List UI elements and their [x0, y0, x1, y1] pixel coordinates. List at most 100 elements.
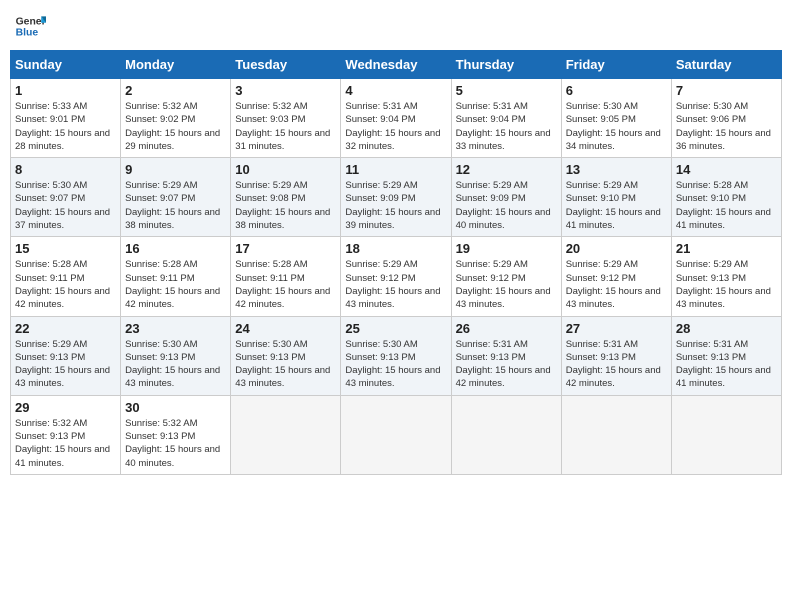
calendar-week-row: 1Sunrise: 5:33 AMSunset: 9:01 PMDaylight… — [11, 79, 782, 158]
day-number: 22 — [15, 321, 116, 336]
day-sun-info: Sunrise: 5:29 AMSunset: 9:08 PMDaylight:… — [235, 179, 336, 232]
calendar-day-cell: 29 Sunrise: 5:32 AMSunset: 9:13 PMDayligh… — [11, 395, 121, 474]
weekday-header-friday: Friday — [561, 51, 671, 79]
day-number: 18 — [345, 241, 446, 256]
weekday-header-saturday: Saturday — [671, 51, 781, 79]
day-sun-info: Sunrise: 5:29 AMSunset: 9:13 PMDaylight:… — [15, 338, 116, 391]
day-sun-info: Sunrise: 5:29 AMSunset: 9:07 PMDaylight:… — [125, 179, 226, 232]
day-sun-info: Sunrise: 5:32 AMSunset: 9:13 PMDaylight:… — [15, 417, 116, 470]
calendar-day-cell — [561, 395, 671, 474]
day-sun-info: Sunrise: 5:31 AMSunset: 9:13 PMDaylight:… — [456, 338, 557, 391]
day-number: 27 — [566, 321, 667, 336]
day-number: 25 — [345, 321, 446, 336]
day-number: 5 — [456, 83, 557, 98]
day-number: 16 — [125, 241, 226, 256]
logo-icon: General Blue — [14, 10, 46, 42]
page-header: General Blue — [10, 10, 782, 42]
day-number: 8 — [15, 162, 116, 177]
day-sun-info: Sunrise: 5:31 AMSunset: 9:04 PMDaylight:… — [345, 100, 446, 153]
calendar-day-cell: 8 Sunrise: 5:30 AMSunset: 9:07 PMDaylight… — [11, 158, 121, 237]
day-number: 3 — [235, 83, 336, 98]
day-number: 29 — [15, 400, 116, 415]
day-sun-info: Sunrise: 5:29 AMSunset: 9:12 PMDaylight:… — [345, 258, 446, 311]
day-number: 26 — [456, 321, 557, 336]
calendar-day-cell — [231, 395, 341, 474]
calendar-day-cell: 11 Sunrise: 5:29 AMSunset: 9:09 PMDayligh… — [341, 158, 451, 237]
day-number: 7 — [676, 83, 777, 98]
day-number: 20 — [566, 241, 667, 256]
day-sun-info: Sunrise: 5:30 AMSunset: 9:05 PMDaylight:… — [566, 100, 667, 153]
day-sun-info: Sunrise: 5:29 AMSunset: 9:13 PMDaylight:… — [676, 258, 777, 311]
weekday-header-sunday: Sunday — [11, 51, 121, 79]
calendar-day-cell: 25 Sunrise: 5:30 AMSunset: 9:13 PMDayligh… — [341, 316, 451, 395]
calendar-week-row: 22 Sunrise: 5:29 AMSunset: 9:13 PMDayligh… — [11, 316, 782, 395]
day-number: 28 — [676, 321, 777, 336]
calendar-day-cell: 2 Sunrise: 5:32 AMSunset: 9:02 PMDaylight… — [121, 79, 231, 158]
day-number: 21 — [676, 241, 777, 256]
calendar-day-cell: 17 Sunrise: 5:28 AMSunset: 9:11 PMDayligh… — [231, 237, 341, 316]
day-sun-info: Sunrise: 5:30 AMSunset: 9:07 PMDaylight:… — [15, 179, 116, 232]
day-sun-info: Sunrise: 5:29 AMSunset: 9:12 PMDaylight:… — [566, 258, 667, 311]
day-sun-info: Sunrise: 5:28 AMSunset: 9:11 PMDaylight:… — [15, 258, 116, 311]
calendar-day-cell: 15 Sunrise: 5:28 AMSunset: 9:11 PMDayligh… — [11, 237, 121, 316]
calendar-day-cell — [451, 395, 561, 474]
calendar-day-cell: 16 Sunrise: 5:28 AMSunset: 9:11 PMDayligh… — [121, 237, 231, 316]
calendar-day-cell: 9 Sunrise: 5:29 AMSunset: 9:07 PMDaylight… — [121, 158, 231, 237]
logo: General Blue — [14, 10, 46, 42]
weekday-header-wednesday: Wednesday — [341, 51, 451, 79]
day-sun-info: Sunrise: 5:31 AMSunset: 9:13 PMDaylight:… — [676, 338, 777, 391]
weekday-header-thursday: Thursday — [451, 51, 561, 79]
day-number: 1 — [15, 83, 116, 98]
calendar-day-cell: 27 Sunrise: 5:31 AMSunset: 9:13 PMDayligh… — [561, 316, 671, 395]
day-number: 10 — [235, 162, 336, 177]
day-number: 6 — [566, 83, 667, 98]
calendar-day-cell: 28 Sunrise: 5:31 AMSunset: 9:13 PMDayligh… — [671, 316, 781, 395]
calendar-day-cell: 24 Sunrise: 5:30 AMSunset: 9:13 PMDayligh… — [231, 316, 341, 395]
calendar-week-row: 8 Sunrise: 5:30 AMSunset: 9:07 PMDaylight… — [11, 158, 782, 237]
calendar-day-cell: 18 Sunrise: 5:29 AMSunset: 9:12 PMDayligh… — [341, 237, 451, 316]
day-number: 15 — [15, 241, 116, 256]
day-sun-info: Sunrise: 5:32 AMSunset: 9:03 PMDaylight:… — [235, 100, 336, 153]
weekday-header-tuesday: Tuesday — [231, 51, 341, 79]
day-number: 23 — [125, 321, 226, 336]
calendar-day-cell: 7 Sunrise: 5:30 AMSunset: 9:06 PMDaylight… — [671, 79, 781, 158]
day-sun-info: Sunrise: 5:30 AMSunset: 9:13 PMDaylight:… — [345, 338, 446, 391]
day-sun-info: Sunrise: 5:28 AMSunset: 9:11 PMDaylight:… — [125, 258, 226, 311]
calendar-day-cell: 23 Sunrise: 5:30 AMSunset: 9:13 PMDayligh… — [121, 316, 231, 395]
calendar-week-row: 29 Sunrise: 5:32 AMSunset: 9:13 PMDayligh… — [11, 395, 782, 474]
day-sun-info: Sunrise: 5:28 AMSunset: 9:11 PMDaylight:… — [235, 258, 336, 311]
calendar-day-cell: 1Sunrise: 5:33 AMSunset: 9:01 PMDaylight… — [11, 79, 121, 158]
day-sun-info: Sunrise: 5:32 AMSunset: 9:13 PMDaylight:… — [125, 417, 226, 470]
calendar-day-cell: 4Sunrise: 5:31 AMSunset: 9:04 PMDaylight… — [341, 79, 451, 158]
calendar-day-cell — [341, 395, 451, 474]
calendar-day-cell: 13Sunrise: 5:29 AMSunset: 9:10 PMDayligh… — [561, 158, 671, 237]
calendar-day-cell: 6 Sunrise: 5:30 AMSunset: 9:05 PMDaylight… — [561, 79, 671, 158]
day-number: 11 — [345, 162, 446, 177]
day-sun-info: Sunrise: 5:32 AMSunset: 9:02 PMDaylight:… — [125, 100, 226, 153]
calendar-day-cell: 20 Sunrise: 5:29 AMSunset: 9:12 PMDayligh… — [561, 237, 671, 316]
day-sun-info: Sunrise: 5:28 AMSunset: 9:10 PMDaylight:… — [676, 179, 777, 232]
day-number: 9 — [125, 162, 226, 177]
calendar-day-cell: 21 Sunrise: 5:29 AMSunset: 9:13 PMDayligh… — [671, 237, 781, 316]
day-sun-info: Sunrise: 5:31 AMSunset: 9:13 PMDaylight:… — [566, 338, 667, 391]
day-number: 14 — [676, 162, 777, 177]
day-sun-info: Sunrise: 5:31 AMSunset: 9:04 PMDaylight:… — [456, 100, 557, 153]
weekday-header-row: SundayMondayTuesdayWednesdayThursdayFrid… — [11, 51, 782, 79]
day-sun-info: Sunrise: 5:29 AMSunset: 9:12 PMDaylight:… — [456, 258, 557, 311]
svg-text:Blue: Blue — [16, 28, 39, 39]
day-sun-info: Sunrise: 5:30 AMSunset: 9:06 PMDaylight:… — [676, 100, 777, 153]
day-number: 2 — [125, 83, 226, 98]
day-number: 24 — [235, 321, 336, 336]
calendar-day-cell: 5 Sunrise: 5:31 AMSunset: 9:04 PMDaylight… — [451, 79, 561, 158]
calendar-day-cell — [671, 395, 781, 474]
calendar-day-cell: 26 Sunrise: 5:31 AMSunset: 9:13 PMDayligh… — [451, 316, 561, 395]
day-number: 17 — [235, 241, 336, 256]
day-number: 13 — [566, 162, 667, 177]
calendar-day-cell: 10 Sunrise: 5:29 AMSunset: 9:08 PMDayligh… — [231, 158, 341, 237]
day-sun-info: Sunrise: 5:30 AMSunset: 9:13 PMDaylight:… — [235, 338, 336, 391]
day-sun-info: Sunrise: 5:29 AMSunset: 9:09 PMDaylight:… — [345, 179, 446, 232]
calendar-table: SundayMondayTuesdayWednesdayThursdayFrid… — [10, 50, 782, 475]
calendar-day-cell: 19Sunrise: 5:29 AMSunset: 9:12 PMDayligh… — [451, 237, 561, 316]
day-number: 12 — [456, 162, 557, 177]
day-sun-info: Sunrise: 5:30 AMSunset: 9:13 PMDaylight:… — [125, 338, 226, 391]
